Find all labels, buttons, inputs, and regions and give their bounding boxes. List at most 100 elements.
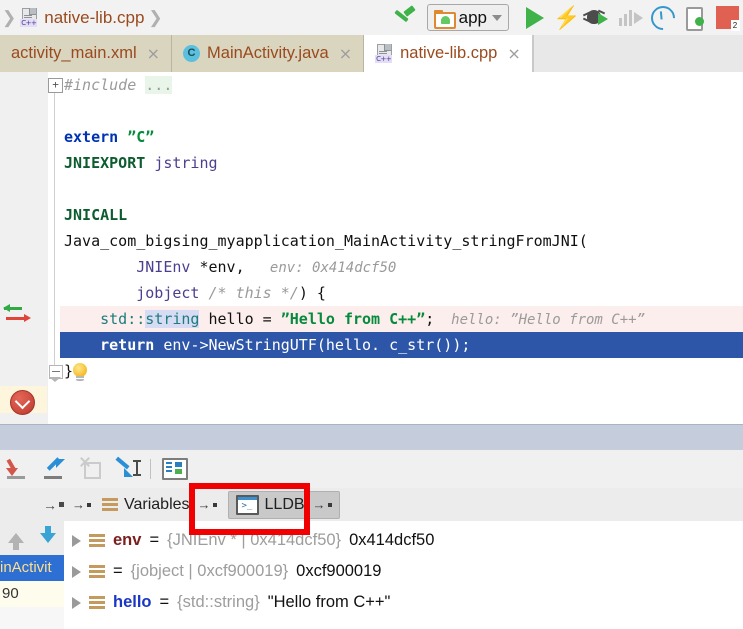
- variable-value: 0xcf900019: [296, 562, 382, 580]
- run-config-label: app: [458, 7, 487, 27]
- run-configuration-selector[interactable]: app: [426, 4, 509, 31]
- breadcrumb-label: native-lib.cpp: [44, 7, 145, 27]
- tab-label: MainActivity.java: [207, 44, 329, 62]
- panel-splitter[interactable]: [0, 424, 743, 452]
- code-line-signature: Java_com_bigsing_myapplication_MainActiv…: [64, 232, 588, 250]
- breadcrumb-item-native-lib[interactable]: C++ native-lib.cpp: [18, 8, 146, 28]
- lldb-pin-icon[interactable]: →: [313, 498, 332, 511]
- android-module-icon: [433, 9, 456, 29]
- frames-column: → inActivit 90: [0, 488, 70, 629]
- tab-lldb-label: LLDB: [264, 495, 305, 513]
- problems-button[interactable]: 2: [711, 3, 743, 33]
- step-into-button[interactable]: [36, 453, 72, 485]
- variables-list[interactable]: env = {JNIEnv * | 0x414dcf50} 0x414dcf50…: [64, 521, 743, 629]
- android-studio-window: ❯ C++ native-lib.cpp ❯ app ⚡ 2 activity_…: [0, 0, 743, 629]
- variable-name: env: [113, 531, 142, 549]
- variable-name: hello: [113, 593, 152, 611]
- variable-equals: =: [113, 562, 123, 580]
- avd-manager-button[interactable]: [679, 3, 711, 33]
- evaluate-expression-button[interactable]: [157, 453, 193, 485]
- code-text-area[interactable]: #include ... extern ”C” JNIEXPORT jstrin…: [60, 72, 743, 424]
- run-to-cursor-button[interactable]: [108, 453, 144, 485]
- close-icon[interactable]: ×: [507, 45, 520, 62]
- table-row[interactable]: env = {JNIEnv * | 0x414dcf50} 0x414dcf50: [64, 525, 743, 556]
- run-to-cursor-icon: [114, 456, 141, 479]
- tab-variables-label: Variables: [124, 495, 190, 513]
- frames-navigation: [0, 521, 64, 556]
- code-line-extern: extern ”C”: [64, 128, 155, 146]
- tab-label: activity_main.xml: [11, 44, 137, 62]
- breadcrumb-separator-right: ❯: [148, 7, 163, 27]
- device-manager-icon: [686, 7, 704, 31]
- code-editor[interactable]: + #include ... extern ”C” JNIEXPORT jstr…: [0, 72, 743, 424]
- force-step-into-button[interactable]: [72, 453, 108, 485]
- code-line-include: #include ...: [64, 76, 173, 94]
- main-toolbar: ❯ C++ native-lib.cpp ❯ app ⚡ 2: [0, 0, 743, 36]
- tab-activity-main-xml[interactable]: activity_main.xml ×: [0, 35, 173, 72]
- profiler-button[interactable]: [646, 0, 680, 35]
- expand-triangle-icon[interactable]: [72, 596, 81, 609]
- close-icon[interactable]: ×: [339, 45, 352, 62]
- expand-triangle-icon[interactable]: [72, 534, 81, 547]
- variable-value: "Hello from C++": [267, 593, 391, 611]
- force-step-into-icon: [79, 457, 101, 479]
- variable-icon: [89, 596, 105, 609]
- code-line-param-this: jobject /* this */) {: [136, 284, 326, 302]
- frames-pin-icon[interactable]: →: [72, 498, 91, 511]
- frame-next[interactable]: 90: [0, 581, 66, 607]
- green-red-arrows-icon[interactable]: [3, 304, 31, 328]
- cpp-file-icon: C++: [20, 8, 38, 27]
- java-class-icon: C: [183, 45, 201, 62]
- arrow-down-icon[interactable]: [40, 526, 56, 543]
- bug-debug-icon: [582, 7, 611, 29]
- play-icon: [526, 6, 544, 29]
- step-into-icon: [43, 457, 65, 479]
- step-over-icon: [6, 458, 29, 479]
- apply-changes-button[interactable]: ⚡: [551, 3, 583, 33]
- variables-pin-icon[interactable]: →: [198, 498, 217, 511]
- debugger-tab-strip: → Variables → >_ LLDB →: [64, 488, 743, 522]
- frame-label: inActivit: [0, 559, 52, 576]
- debug-toolbar: [0, 450, 743, 489]
- breakpoint-icon[interactable]: [10, 390, 35, 415]
- arrow-up-icon[interactable]: [8, 533, 24, 550]
- code-line-hello-decl: std::string hello = ”Hello from C++”; he…: [60, 306, 743, 332]
- code-line-return: return env->NewStringUTF(hello. c_str())…: [60, 332, 743, 358]
- code-fold-line: [54, 90, 55, 380]
- frame-selected[interactable]: inActivit: [0, 555, 64, 581]
- run-with-coverage-button[interactable]: [615, 3, 647, 33]
- evaluate-expression-icon: [162, 458, 188, 480]
- run-button[interactable]: [519, 3, 551, 33]
- close-icon[interactable]: ×: [147, 45, 160, 62]
- coverage-bars-icon: [619, 9, 643, 26]
- variable-type: {jobject | 0xcf900019}: [130, 562, 289, 580]
- variable-value: 0x414dcf50: [349, 531, 435, 549]
- debug-button[interactable]: [582, 3, 615, 33]
- code-line-param-env: JNIEnv *env, env: 0x414dcf50: [136, 258, 397, 276]
- gauge-profiler-icon: [646, 0, 680, 35]
- table-row[interactable]: = {jobject | 0xcf900019} 0xcf900019: [64, 556, 743, 587]
- editor-gutter[interactable]: [0, 72, 49, 424]
- breadcrumb-separator-left: ❯: [2, 7, 17, 27]
- variable-icon: [89, 534, 105, 547]
- step-over-button[interactable]: [0, 453, 36, 485]
- tab-native-lib-cpp[interactable]: C++ native-lib.cpp ×: [364, 35, 533, 72]
- variable-type: {std::string}: [177, 593, 260, 611]
- tab-lldb[interactable]: >_ LLDB →: [227, 490, 340, 519]
- variable-icon: [89, 565, 105, 578]
- hammer-build-icon[interactable]: [391, 4, 417, 31]
- frames-header: →: [0, 488, 70, 522]
- editor-tab-bar: activity_main.xml × C MainActivity.java …: [0, 35, 743, 73]
- chevron-down-icon[interactable]: [492, 14, 502, 21]
- tab-mainactivity-java[interactable]: C MainActivity.java ×: [172, 35, 365, 72]
- expand-triangle-icon[interactable]: [72, 565, 81, 578]
- pin-tab-icon[interactable]: →: [43, 498, 64, 512]
- table-row[interactable]: hello = {std::string} "Hello from C++": [64, 587, 743, 618]
- code-line-jniexport: JNIEXPORT jstring: [64, 154, 218, 172]
- tab-variables[interactable]: Variables →: [95, 493, 224, 517]
- lldb-console-icon: >_: [235, 494, 259, 515]
- variable-equals: =: [149, 531, 160, 549]
- debugger-panel: → inActivit 90 → Variables → >_ LLDB → e…: [0, 488, 743, 629]
